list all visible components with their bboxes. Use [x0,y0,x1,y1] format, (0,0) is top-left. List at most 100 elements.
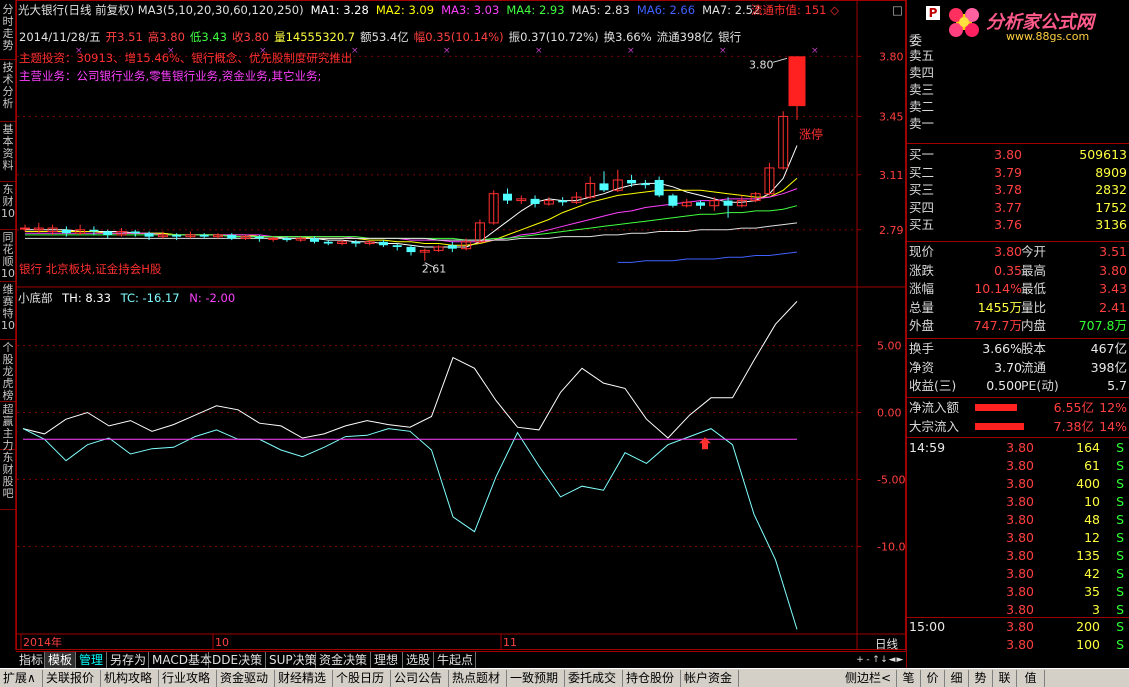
side-tab-0[interactable]: 侧边栏< [840,670,897,687]
candle-body [199,234,209,237]
stat-label: 最高 [1021,262,1047,278]
left-tab-dongcaiguba[interactable]: 东财股吧 [0,450,16,510]
stat-row: 现价 3.80 今开 3.51 [907,243,1129,260]
tick-price: 3.80 [1006,566,1034,581]
top-marker: × [811,46,819,56]
tick-side: S [1116,584,1124,599]
tick-price: 3.80 [1006,530,1034,545]
chart-area[interactable]: 3.80 3.45 3.11 2.79 3.80 2.61 涨停 × × × × × × × × × 5.00 0… [16,0,906,651]
candle-body [503,193,512,201]
tab-0[interactable]: 指标 [16,652,45,669]
left-tab-bar: 分时走势 技术分析 基本资料 东财10 同花顺10 维赛特10 个股龙虎榜 超赢主力 东财股吧 [0,0,16,650]
left-tab-jiben[interactable]: 基本资料 [0,122,16,182]
func-tab-8[interactable]: 热点题材 [449,670,507,687]
left-tab-geguhu[interactable]: 个股龙虎榜 [0,340,16,402]
sell-label: 卖一 [909,116,935,131]
divider [907,397,1129,398]
indicator-tick-label: 5.00 [877,340,902,353]
func-tab-12[interactable]: 帐户资金 [681,670,739,687]
stat-label: 净资 [909,359,935,375]
func-tab-10[interactable]: 委托成交 [565,670,623,687]
tab-4[interactable]: MACD基本 [149,652,212,669]
stat-label: 现价 [909,244,935,259]
divider [907,241,1129,242]
stat-label: 最低 [1021,281,1047,296]
func-tab-9[interactable]: 一致预期 [507,670,565,687]
price-tick-label: 3.80 [879,50,904,63]
box-icon[interactable]: □ [892,3,903,17]
period-label[interactable]: 日线 [875,637,898,651]
stat-label: 涨幅 [909,281,935,296]
func-tab-3[interactable]: 行业攻略 [159,670,217,687]
func-tab-4[interactable]: 资金驱动 [217,670,275,687]
tab-10[interactable]: 牛起点 [434,652,476,669]
x-tick-label: 11 [503,636,517,649]
nav-button-1[interactable]: - [864,652,872,669]
left-tab-dongcai[interactable]: 东财10 [0,182,16,230]
tick-row: 3.80 35 S [907,583,1129,600]
diamond-icon[interactable]: ◇ [830,3,839,17]
func-tab-6[interactable]: 个股日历 [333,670,391,687]
left-tab-jishu[interactable]: 技术分析 [0,60,16,122]
nav-button-0[interactable]: + [856,652,864,669]
stat-value: 707.8万 [1078,318,1127,333]
candle-body [20,227,30,230]
candle-body [227,234,237,239]
func-tab-7[interactable]: 公司公告 [391,670,449,687]
stat2-row: 净资 3.70 流通 398亿 [907,359,1129,376]
ma-item: MA6: 2.66 [636,3,696,17]
divider [907,617,1129,618]
buy-label: 买三 [909,182,935,197]
side-tab-2[interactable]: 价 [921,670,945,687]
tick-row: 3.80 3 S [907,601,1129,618]
nav-button-2[interactable]: ↑ [872,652,880,669]
tab-2[interactable]: 管理 [76,652,107,669]
ma-item: MA5: 2.83 [571,3,630,17]
tick-side: S [1116,440,1124,455]
nav-button-5[interactable]: ► [896,652,904,669]
func-tab-1[interactable]: 关联报价 [43,670,101,687]
candle-body [254,236,264,239]
candle-body [144,233,154,237]
side-tab-6[interactable]: 值 [1017,670,1045,687]
indicator-tick-label: 0.00 [877,407,902,420]
tick-price: 3.80 [1006,619,1034,634]
func-tab-0[interactable]: 扩展∧ [0,670,43,687]
left-tab-weisai[interactable]: 维赛特10 [0,282,16,340]
tab-8[interactable]: 理想 [371,652,403,669]
chart-canvas[interactable]: 3.803.453.112.793.802.61涨停× × × × × × × × ×5.000… [17,1,905,649]
p-icon[interactable]: P [926,6,940,20]
side-tab-1[interactable]: 笔 [897,670,921,687]
func-tab-5[interactable]: 财经精选 [275,670,333,687]
tab-9[interactable]: 选股 [403,652,434,669]
left-tab-chaoyi[interactable]: 超赢主力 [0,402,16,452]
tab-1[interactable]: 模板 [45,652,76,669]
divider [907,143,1129,144]
candle-body [447,245,457,249]
tab-6[interactable]: SUP决策 [266,652,317,669]
price-tick-label: 3.45 [879,110,904,123]
price-tick-label: 3.11 [879,169,904,182]
left-tab-fenshi[interactable]: 分时走势 [0,2,16,60]
candle-body [103,231,113,235]
ma-item: MA2: 3.09 [375,3,435,17]
tick-volume: 135 [1076,548,1100,563]
left-tab-tonghua[interactable]: 同花顺10 [0,230,16,282]
func-tab-11[interactable]: 持仓股份 [623,670,681,687]
side-tab-3[interactable]: 细 [945,670,969,687]
stat-row: 总量 1455万 量比 2.41 [907,299,1129,316]
quote-item: 幅0.35(10.14%) [413,30,504,44]
side-tab-4[interactable]: 势 [969,670,993,687]
buy-label: 买五 [909,217,935,232]
func-tab-2[interactable]: 机构攻略 [101,670,159,687]
x-tick-label: 2014年 [23,635,62,649]
tab-5[interactable]: DDE决策 [209,652,266,669]
side-tab-5[interactable]: 联 [993,670,1017,687]
nav-button-4[interactable]: ◄ [888,652,896,669]
candle-body [130,231,140,234]
tab-7[interactable]: 资金决策 [316,652,371,669]
tab-3[interactable]: 另存为 [107,652,149,669]
nav-button-3[interactable]: ↓ [880,652,888,669]
tick-side: S [1116,602,1124,617]
quote-item: 换3.66% [603,30,652,44]
